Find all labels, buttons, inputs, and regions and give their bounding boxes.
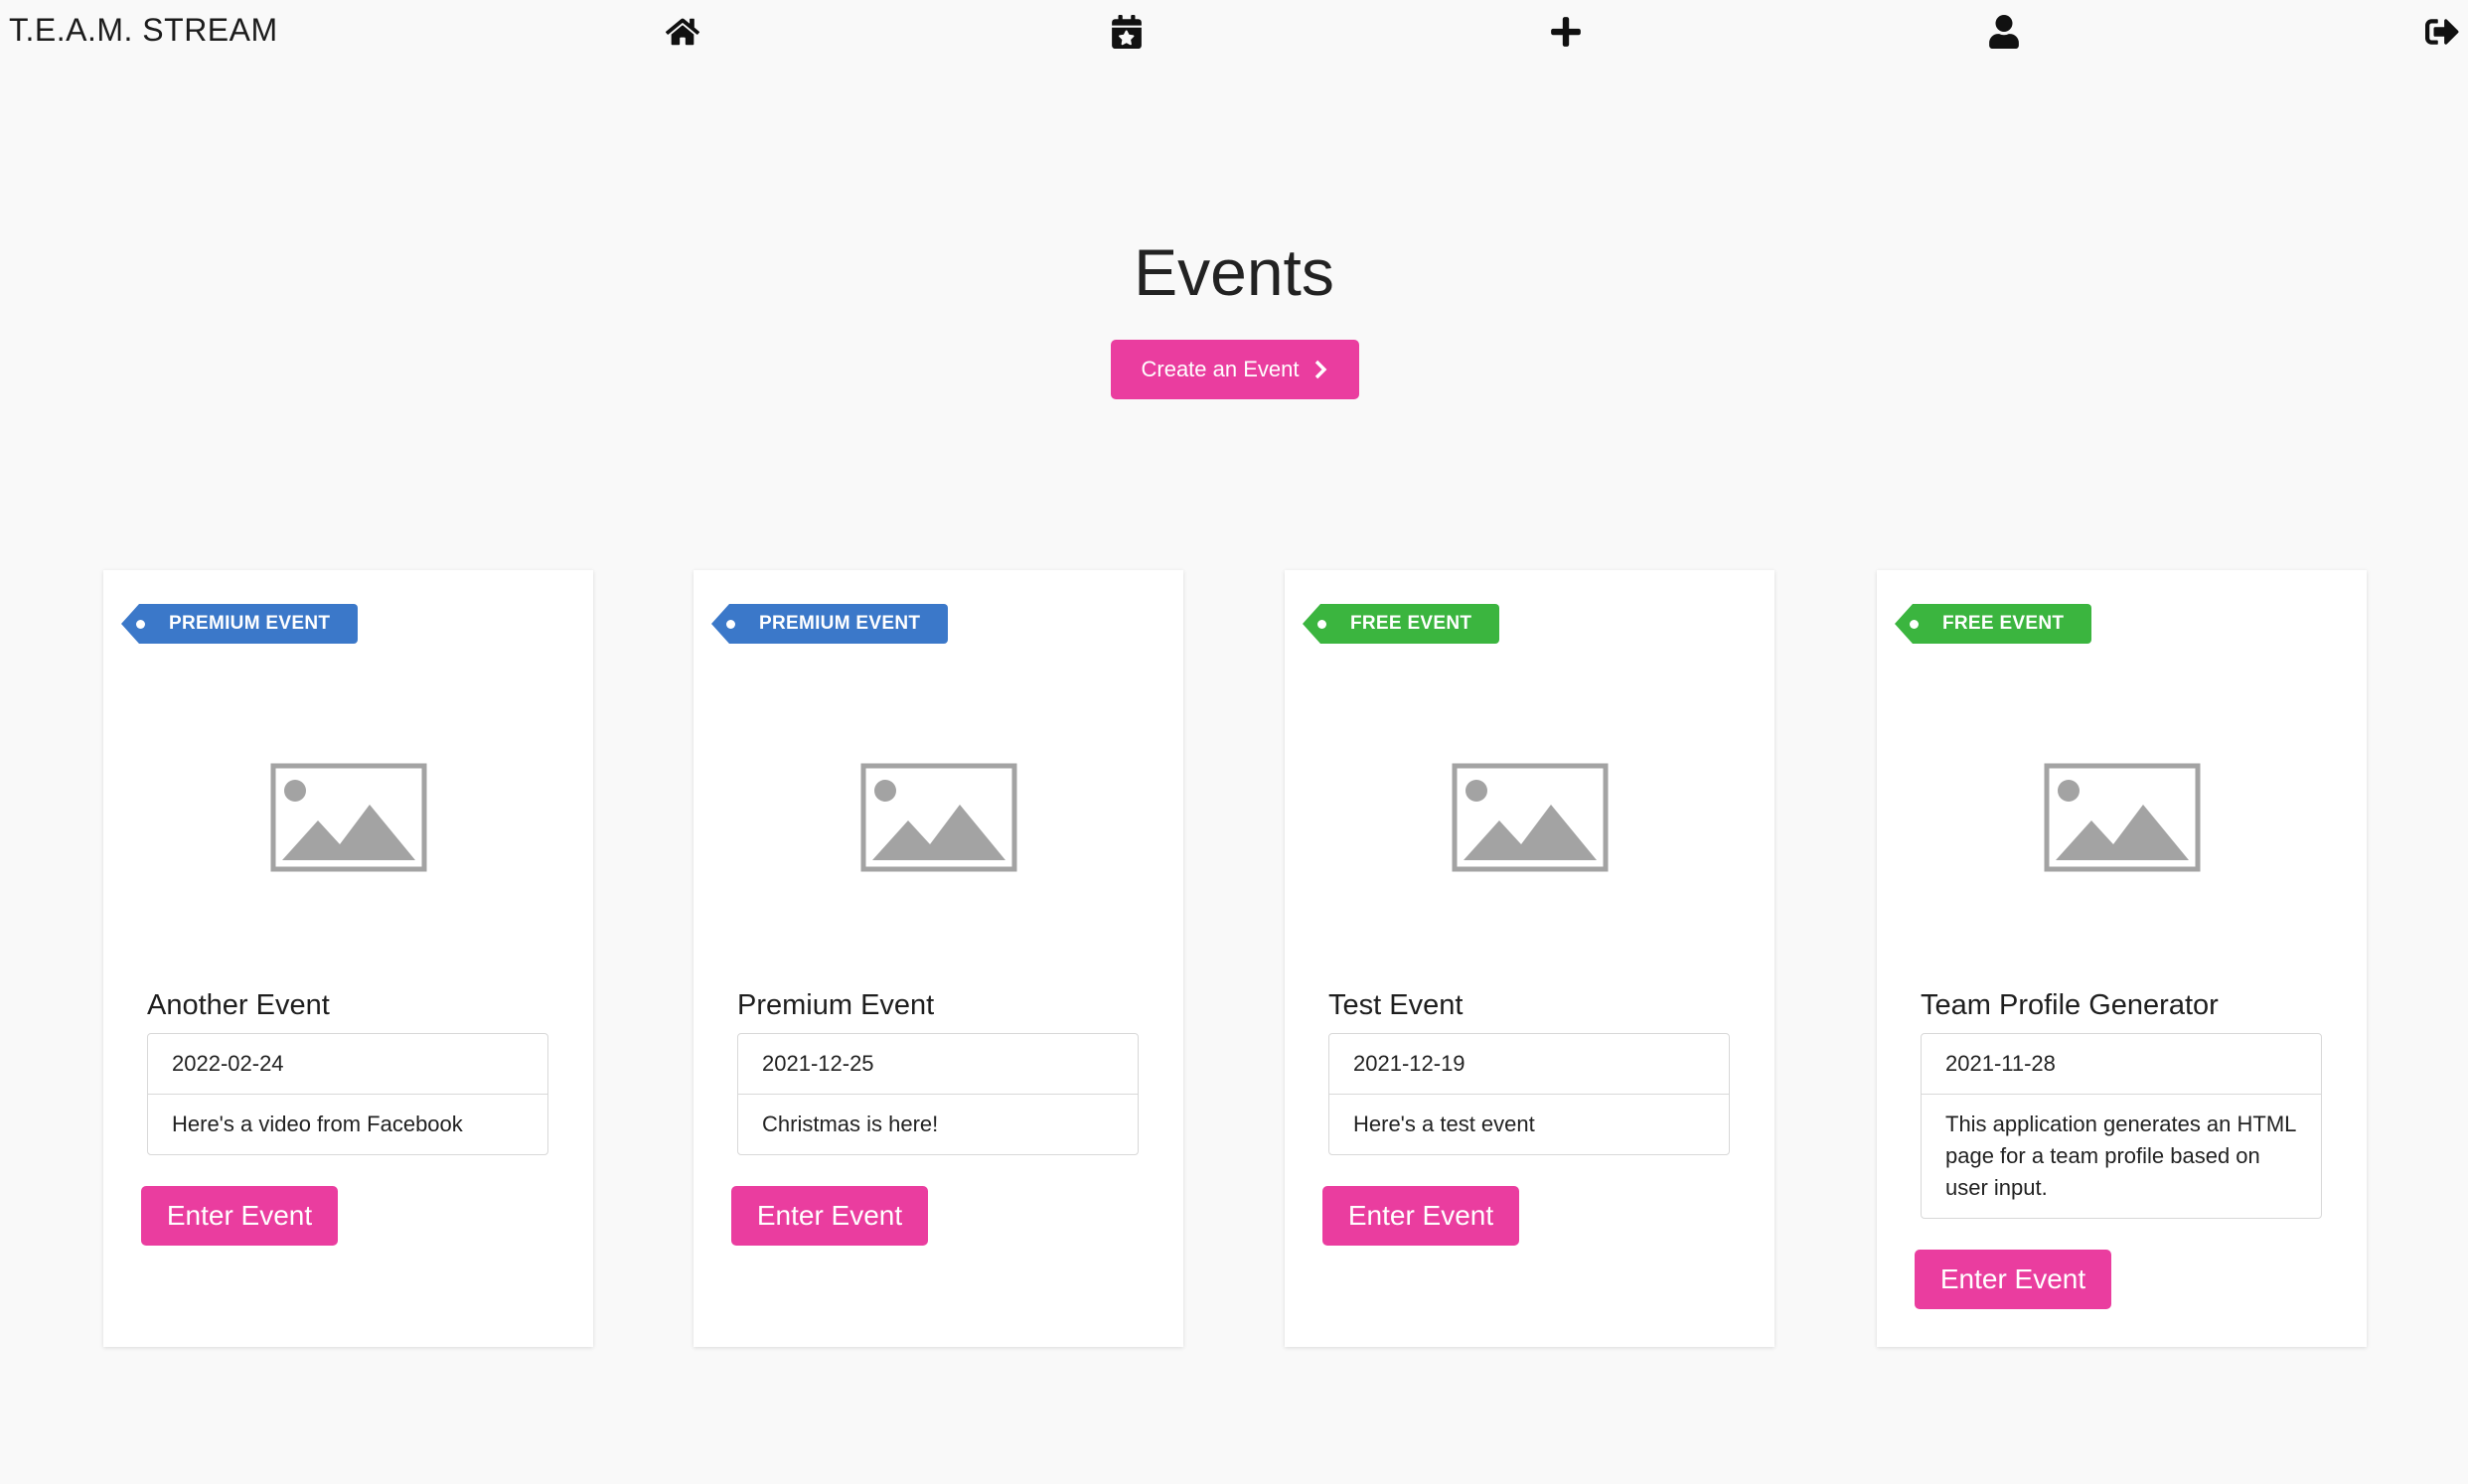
create-event-label: Create an Event <box>1141 357 1300 381</box>
badge-dot-icon <box>136 620 145 629</box>
image-placeholder-icon <box>2044 763 2201 872</box>
image-placeholder-icon <box>860 763 1017 872</box>
event-title: Another Event <box>147 989 330 1021</box>
enter-event-button[interactable]: Enter Event <box>141 1186 338 1246</box>
event-card: PREMIUM EVENT Premium Event 2021-12-25 C… <box>694 570 1183 1347</box>
event-card: PREMIUM EVENT Another Event 2022-02-24 H… <box>103 570 593 1347</box>
event-date: 2022-02-24 <box>172 1051 284 1076</box>
event-details: 2022-02-24 Here's a video from Facebook <box>147 1033 548 1155</box>
event-description: This application generates an HTML page … <box>1922 1094 2321 1218</box>
event-badge-label: FREE EVENT <box>1350 613 1472 634</box>
event-title: Team Profile Generator <box>1921 989 2219 1021</box>
image-placeholder-icon <box>1452 763 1609 872</box>
event-date: 2021-12-19 <box>1353 1051 1465 1076</box>
event-details: 2021-11-28 This application generates an… <box>1921 1033 2322 1219</box>
chevron-right-icon <box>1315 360 1327 379</box>
brand-logo[interactable]: T.E.A.M. STREAM <box>9 12 278 49</box>
event-card: FREE EVENT Team Profile Generator 2021-1… <box>1877 570 2367 1347</box>
calendar-star-icon[interactable] <box>1109 14 1145 50</box>
event-details: 2021-12-19 Here's a test event <box>1328 1033 1730 1155</box>
event-details: 2021-12-25 Christmas is here! <box>737 1033 1139 1155</box>
event-description: Christmas is here! <box>738 1094 1138 1154</box>
event-badge: PREMIUM EVENT <box>711 604 949 644</box>
event-badge: FREE EVENT <box>1303 604 1500 644</box>
plus-icon[interactable] <box>1548 14 1584 50</box>
sign-out-icon[interactable] <box>2424 14 2460 50</box>
create-event-button[interactable]: Create an Event <box>1111 340 1359 399</box>
enter-event-button[interactable]: Enter Event <box>1915 1250 2111 1309</box>
event-badge: PREMIUM EVENT <box>121 604 359 644</box>
event-description: Here's a video from Facebook <box>148 1094 547 1154</box>
badge-dot-icon <box>1317 620 1326 629</box>
event-date: 2021-12-25 <box>762 1051 874 1076</box>
event-description: Here's a test event <box>1329 1094 1729 1154</box>
enter-event-button[interactable]: Enter Event <box>1322 1186 1519 1246</box>
event-title: Test Event <box>1328 989 1464 1021</box>
event-badge-label: PREMIUM EVENT <box>169 613 331 634</box>
event-card: FREE EVENT Test Event 2021-12-19 Here's … <box>1285 570 1774 1347</box>
event-badge-label: FREE EVENT <box>1942 613 2065 634</box>
user-icon[interactable] <box>1986 14 2022 50</box>
badge-dot-icon <box>726 620 735 629</box>
enter-event-button[interactable]: Enter Event <box>731 1186 928 1246</box>
top-navbar: T.E.A.M. STREAM <box>0 0 2468 64</box>
image-placeholder-icon <box>270 763 427 872</box>
event-badge: FREE EVENT <box>1895 604 2092 644</box>
badge-dot-icon <box>1910 620 1919 629</box>
event-badge-label: PREMIUM EVENT <box>759 613 921 634</box>
page-title: Events <box>1134 235 1334 309</box>
events-grid: PREMIUM EVENT Another Event 2022-02-24 H… <box>0 570 2468 1347</box>
event-title: Premium Event <box>737 989 935 1021</box>
home-icon[interactable] <box>665 14 700 50</box>
event-date: 2021-11-28 <box>1945 1051 2056 1076</box>
